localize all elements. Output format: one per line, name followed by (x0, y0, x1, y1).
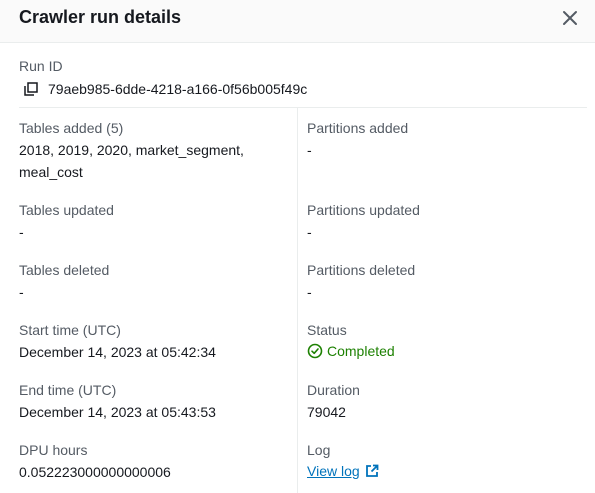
check-circle-icon (307, 343, 323, 359)
start-time-label: Start time (UTC) (19, 322, 121, 338)
dpu-hours-label: DPU hours (19, 442, 88, 458)
end-time-value: December 14, 2023 at 05:43:53 (19, 404, 216, 420)
section-divider (19, 107, 587, 108)
close-button[interactable] (560, 8, 580, 28)
run-id-label: Run ID (19, 58, 63, 74)
crawler-run-details-modal: Crawler run details Run ID 79aeb985-6dde… (0, 0, 595, 493)
tables-updated-label: Tables updated (19, 202, 114, 218)
tables-added-value-line2: meal_cost (19, 164, 83, 180)
copy-icon[interactable] (24, 82, 38, 96)
column-divider (297, 107, 298, 493)
tables-added-label: Tables added (5) (19, 120, 124, 136)
start-time-value: December 14, 2023 at 05:42:34 (19, 344, 216, 360)
tables-updated-value: - (19, 224, 24, 240)
end-time-label: End time (UTC) (19, 382, 117, 398)
dpu-hours-value: 0.052223000000000006 (19, 464, 171, 480)
view-log-link[interactable]: View log (307, 463, 379, 479)
duration-label: Duration (307, 382, 360, 398)
tables-deleted-value: - (19, 284, 24, 300)
run-id-value: 79aeb985-6dde-4218-a166-0f56b005f49c (48, 81, 308, 97)
partitions-added-label: Partitions added (307, 120, 409, 136)
status-value: Completed (327, 343, 395, 359)
partitions-deleted-label: Partitions deleted (307, 262, 416, 278)
tables-deleted-label: Tables deleted (19, 262, 110, 278)
tables-added-value-line1: 2018, 2019, 2020, market_segment, (19, 142, 244, 158)
modal-header: Crawler run details (0, 0, 595, 43)
close-icon (563, 11, 577, 25)
log-label: Log (307, 442, 331, 458)
view-log-text[interactable]: View log (307, 463, 360, 479)
status-label: Status (307, 322, 347, 338)
partitions-updated-label: Partitions updated (307, 202, 420, 218)
run-id-row: 79aeb985-6dde-4218-a166-0f56b005f49c (24, 80, 307, 98)
modal-title: Crawler run details (19, 7, 182, 27)
partitions-deleted-value: - (307, 284, 312, 300)
partitions-added-value: - (307, 142, 312, 158)
external-link-icon (365, 464, 379, 477)
status-indicator: Completed (307, 343, 395, 359)
partitions-updated-value: - (307, 224, 312, 240)
duration-value: 79042 (307, 404, 346, 420)
